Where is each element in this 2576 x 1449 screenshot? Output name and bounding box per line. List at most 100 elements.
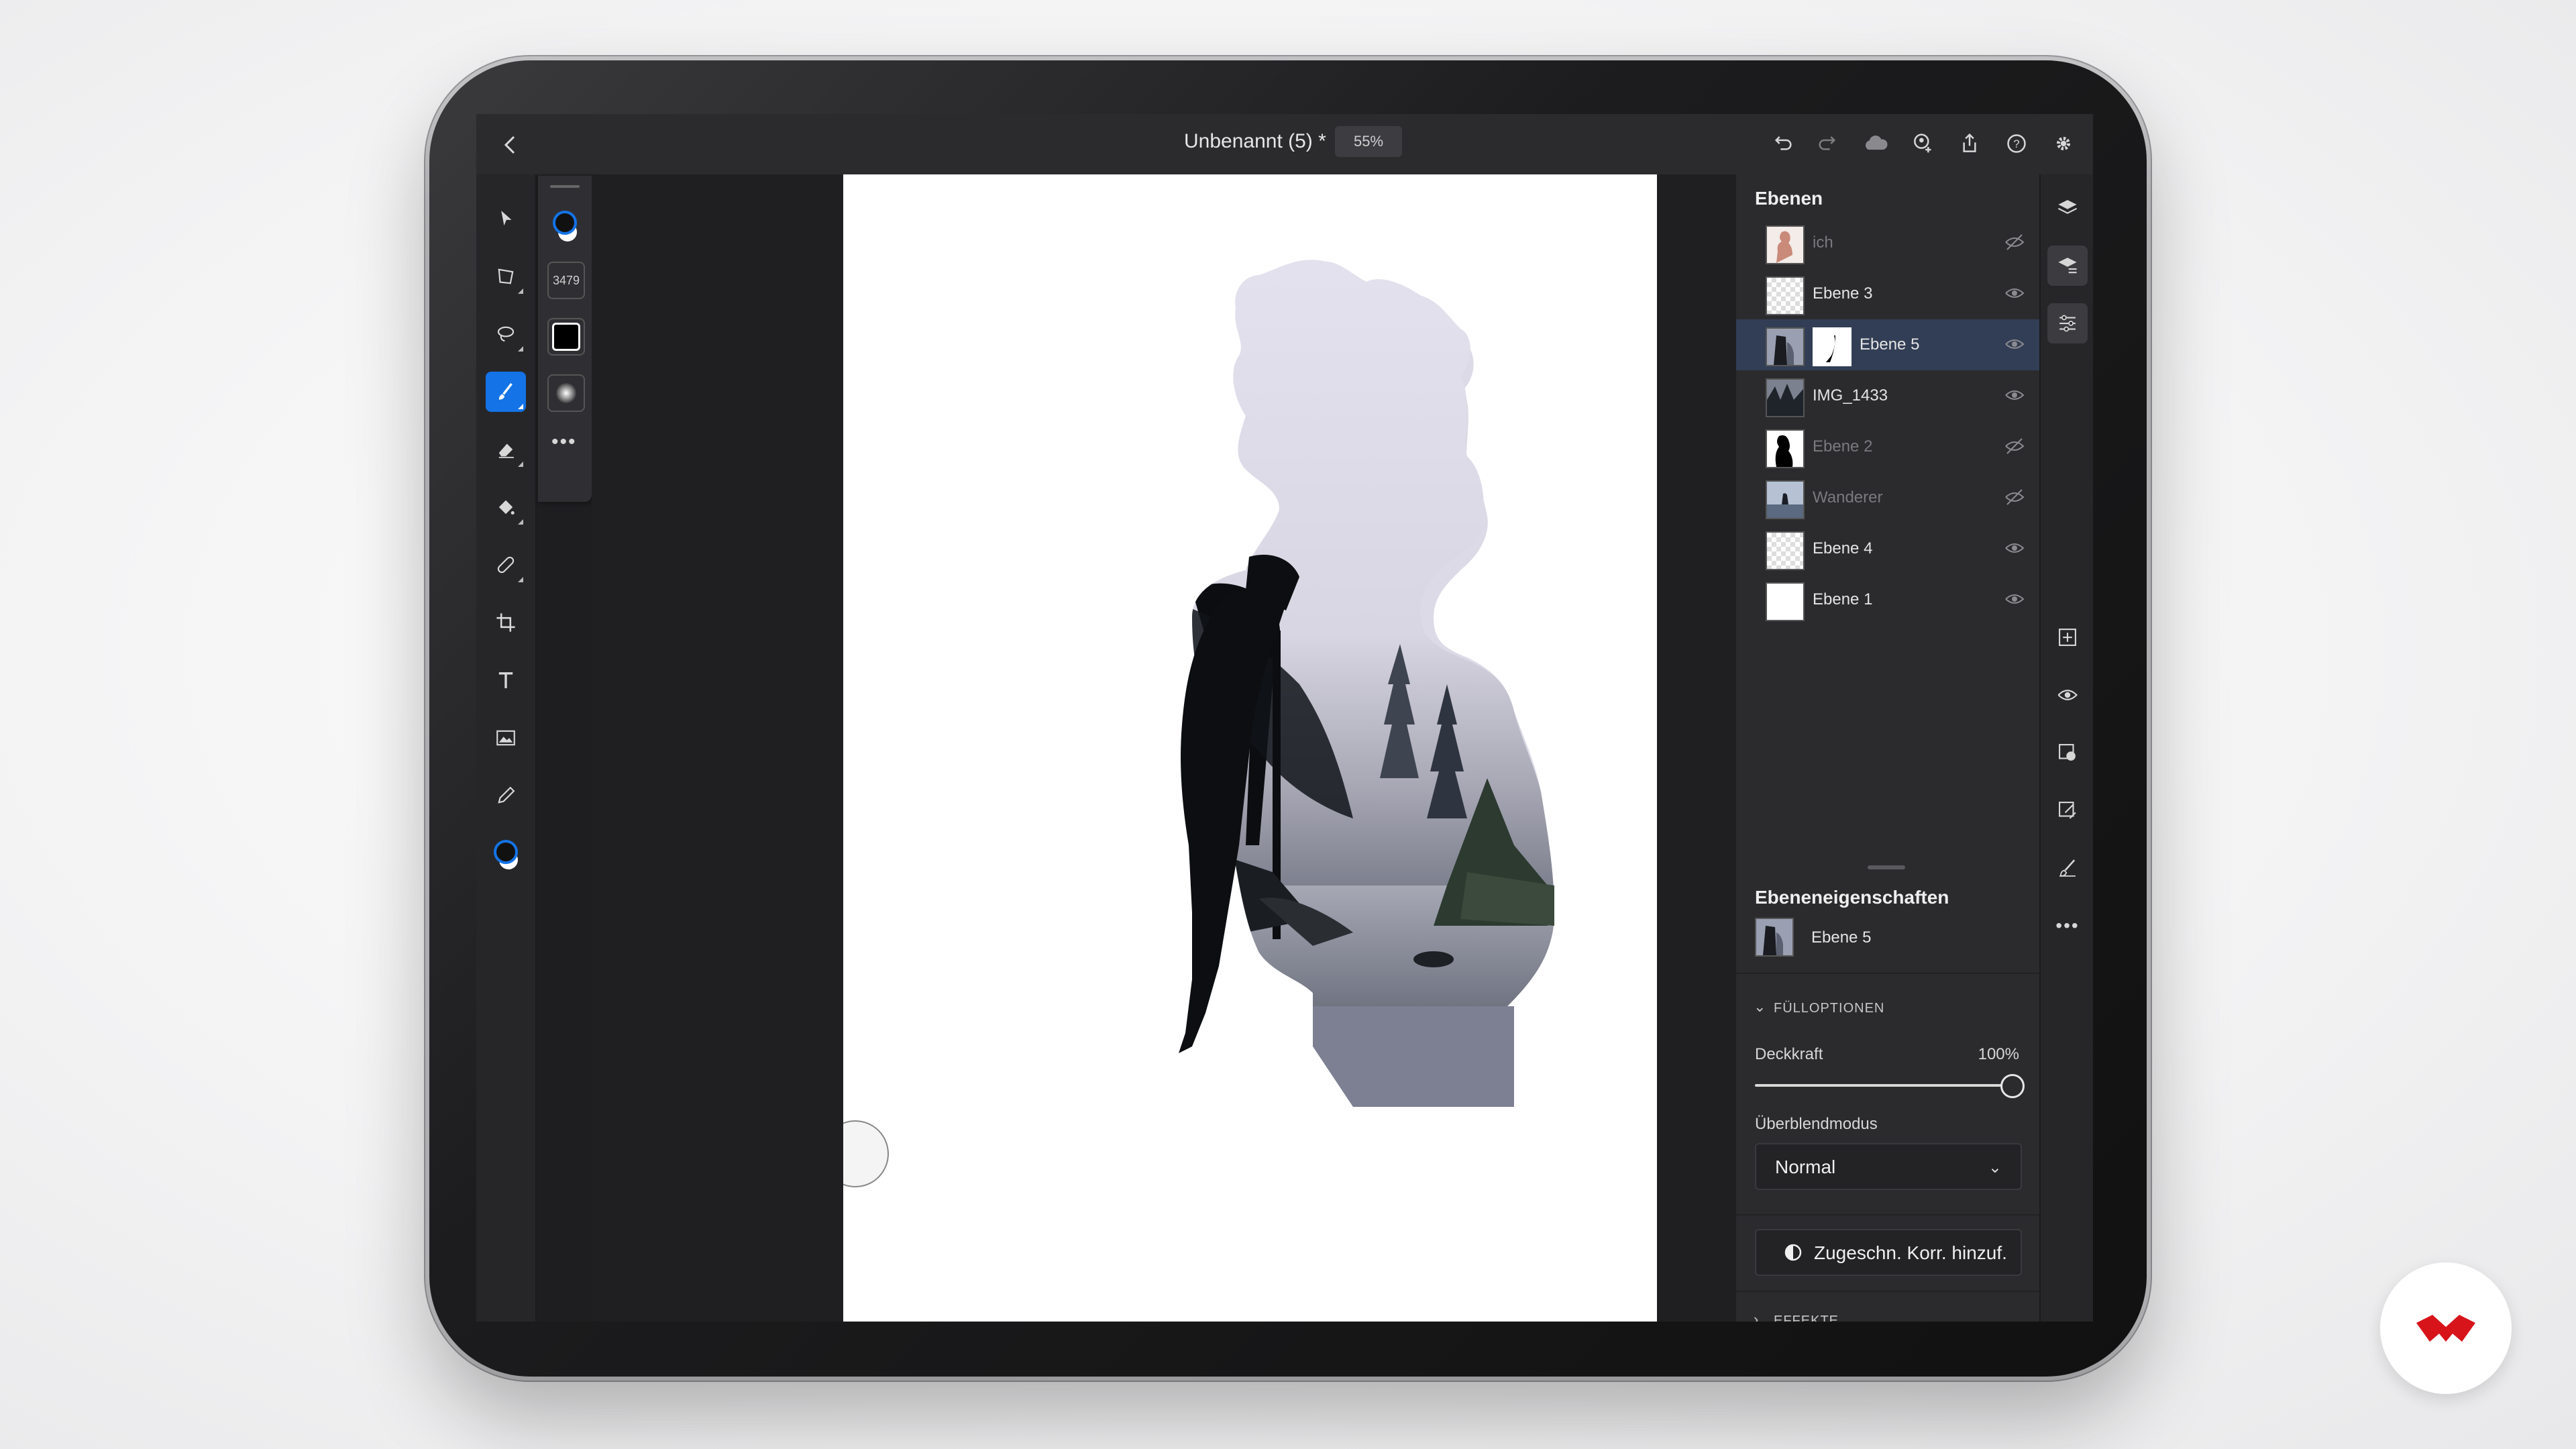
layer-row[interactable]: Ebene 2 — [1736, 421, 2039, 472]
type-tool-icon[interactable] — [486, 660, 526, 700]
brand-logo-icon — [2416, 1315, 2475, 1342]
move-tool-icon[interactable] — [486, 199, 526, 239]
layer-thumbnail — [1766, 225, 1805, 264]
left-toolbar — [476, 174, 537, 1322]
share-icon[interactable] — [1953, 127, 1986, 160]
zoom-level[interactable]: 55% — [1335, 126, 1402, 157]
opacity-label: Deckkraft — [1755, 1045, 1823, 1063]
adjustments-icon[interactable] — [2047, 303, 2088, 343]
properties-layer-name: Ebene 5 — [1811, 928, 1872, 947]
layer-thumbnail — [1766, 582, 1805, 621]
layer-name: Ebene 4 — [1813, 539, 1873, 557]
redo-icon[interactable] — [1813, 127, 1845, 160]
layer-thumbnail — [1766, 429, 1805, 468]
separator — [1736, 1214, 2039, 1216]
chevron-down-icon: ⌄ — [1988, 1159, 2002, 1177]
brush-softness-icon[interactable] — [547, 374, 585, 412]
layer-thumbnail — [1766, 327, 1805, 366]
back-icon[interactable] — [495, 129, 527, 161]
clip-icon[interactable] — [2047, 790, 2088, 830]
invite-icon[interactable] — [1907, 127, 1939, 160]
help-icon[interactable]: ? — [2000, 127, 2033, 160]
hidden-eye-icon[interactable] — [2004, 232, 2025, 252]
eye-icon[interactable] — [2004, 283, 2025, 303]
fill-options-label[interactable]: FÜLLOPTIONEN — [1774, 1001, 1884, 1016]
chevron-right-icon[interactable]: › — [1754, 1311, 1758, 1322]
layer-thumbnail — [1766, 531, 1805, 570]
add-clipped-adjustment-label: Zugeschn. Korr. hinzuf. — [1814, 1242, 2007, 1263]
eraser-tool-icon[interactable] — [486, 429, 526, 470]
brush-size-value[interactable]: 3479 — [547, 262, 585, 299]
layers-panel: Ebenen ich Ebene 3 Ebene 5 IMG_1433 Eben… — [1736, 174, 2039, 1322]
tool-options-panel: 3479 ••• — [538, 176, 592, 502]
add-layer-icon[interactable] — [2047, 617, 2088, 657]
layer-properties-icon[interactable] — [2047, 246, 2088, 286]
blend-mode-label: Überblendmodus — [1755, 1115, 1878, 1133]
healing-tool-icon[interactable] — [486, 545, 526, 585]
transform-tool-icon[interactable] — [486, 256, 526, 297]
layer-name: Wanderer — [1813, 488, 1883, 506]
eye-icon[interactable] — [2004, 334, 2025, 354]
hidden-eye-icon[interactable] — [2004, 436, 2025, 456]
svg-text:?: ? — [2013, 138, 2019, 150]
fill-tool-icon[interactable] — [486, 487, 526, 527]
layer-row[interactable]: Ebene 1 — [1736, 574, 2039, 625]
brush-color-icon[interactable] — [543, 203, 586, 246]
drag-handle[interactable] — [550, 185, 580, 188]
image-tool-icon[interactable] — [486, 718, 526, 758]
add-clipped-adjustment-button[interactable]: Zugeschn. Korr. hinzuf. — [1755, 1229, 2022, 1276]
layer-thumbnail — [1766, 480, 1805, 519]
layer-row[interactable]: Ebene 4 — [1736, 523, 2039, 574]
brush-shape-icon[interactable] — [547, 318, 585, 356]
visibility-icon[interactable] — [2047, 675, 2088, 715]
layer-row[interactable]: Wanderer — [1736, 472, 2039, 523]
settings-icon[interactable] — [2047, 127, 2080, 160]
ipad-frame: Unbenannt (5) * 55% ? 3479 ••• Ebenen ic… — [429, 60, 2147, 1377]
separator — [1736, 1291, 2039, 1292]
layers-icon[interactable] — [2047, 188, 2088, 228]
more-options-icon[interactable]: ••• — [551, 431, 577, 453]
layer-row[interactable]: Ebene 3 — [1736, 268, 2039, 319]
layer-name: Ebene 3 — [1813, 284, 1873, 303]
panel-divider-handle[interactable] — [1868, 865, 1905, 869]
top-icons: ? — [1766, 127, 2080, 160]
blend-mode-value: Normal — [1775, 1157, 1836, 1177]
separator — [1736, 973, 2039, 974]
crop-tool-icon[interactable] — [486, 602, 526, 643]
layer-mask-thumbnail[interactable] — [1813, 327, 1851, 366]
brand-logo — [2380, 1263, 2512, 1394]
properties-thumbnail — [1755, 918, 1794, 957]
hidden-eye-icon[interactable] — [2004, 487, 2025, 507]
mask-icon[interactable] — [2047, 733, 2088, 773]
layer-name: Ebene 5 — [1860, 335, 1920, 354]
layers-title: Ebenen — [1755, 188, 1823, 209]
brush-settings-icon[interactable] — [2047, 848, 2088, 888]
lasso-tool-icon[interactable] — [486, 314, 526, 354]
layer-row-selected[interactable]: Ebene 5 — [1736, 319, 2039, 370]
canvas-area[interactable] — [592, 174, 1795, 1322]
opacity-value: 100% — [1978, 1045, 2019, 1063]
layer-thumbnail — [1766, 276, 1805, 315]
opacity-slider-knob[interactable] — [2000, 1074, 2025, 1098]
properties-title: Ebeneneigenschaften — [1755, 887, 1949, 908]
color-swatch-icon[interactable] — [486, 833, 526, 873]
layer-row[interactable]: IMG_1433 — [1736, 370, 2039, 421]
effects-label[interactable]: EFFEKTE — [1774, 1313, 1839, 1322]
eye-icon[interactable] — [2004, 538, 2025, 558]
eye-icon[interactable] — [2004, 385, 2025, 405]
document-title[interactable]: Unbenannt (5) * — [1184, 130, 1326, 153]
blend-mode-select[interactable]: Normal ⌄ — [1755, 1143, 2022, 1190]
eyedropper-tool-icon[interactable] — [486, 775, 526, 816]
eye-icon[interactable] — [2004, 589, 2025, 609]
more-icon[interactable]: ••• — [2047, 906, 2088, 946]
opacity-slider[interactable] — [1755, 1084, 2010, 1087]
cloud-icon[interactable] — [1860, 127, 1892, 160]
layer-name: Ebene 1 — [1813, 590, 1873, 608]
undo-icon[interactable] — [1766, 127, 1798, 160]
chevron-down-icon[interactable]: ⌄ — [1754, 998, 1766, 1016]
artboard[interactable] — [843, 174, 1657, 1322]
brush-tool-icon[interactable] — [486, 372, 526, 412]
layer-row[interactable]: ich — [1736, 217, 2039, 268]
right-icon-strip: ••• — [2039, 174, 2093, 1322]
layer-thumbnail — [1766, 378, 1805, 417]
